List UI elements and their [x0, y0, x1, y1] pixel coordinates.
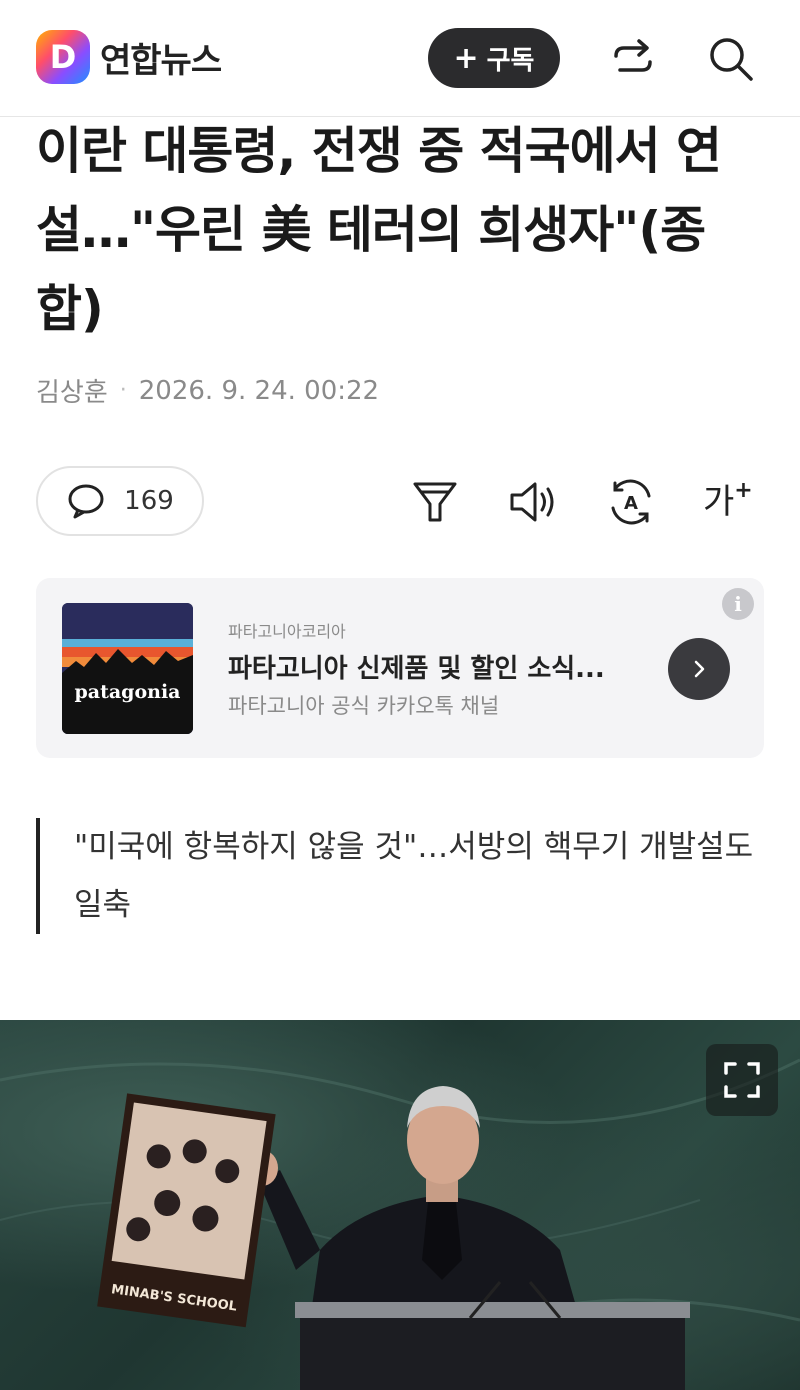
patagonia-logo-text: patagonia [74, 681, 181, 703]
expand-icon [724, 1062, 760, 1098]
summary-filter-icon[interactable] [409, 476, 461, 528]
article-page: D 연합뉴스 + 구독 이란 대통령, 전쟁 중 적국에서 연설…"우린 美 테… [0, 0, 800, 1390]
ad-go-button[interactable] [668, 638, 730, 700]
ad-info-icon[interactable]: i [722, 588, 754, 620]
fullscreen-button[interactable] [706, 1044, 778, 1116]
ad-description: 파타고니아 공식 카카오톡 채널 [228, 694, 500, 718]
comments-button[interactable]: 169 [36, 466, 204, 536]
photo-illustration: MINAB'S SCHOOL [0, 1058, 800, 1390]
subscribe-label: 구독 [486, 45, 535, 76]
search-icon[interactable] [706, 34, 756, 84]
ad-banner[interactable]: patagonia 파타고니아코리아 파타고니아 신제품 및 할인 소식... … [36, 578, 764, 758]
press-name: 연합뉴스 [100, 40, 222, 81]
ad-brand-image: patagonia [62, 603, 193, 734]
article-summary: "미국에 항복하지 않을 것"…서방의 핵무기 개발설도 일축 [36, 818, 764, 934]
subscribe-button[interactable]: + 구독 [428, 28, 560, 88]
ad-headline[interactable]: 파타고니아 신제품 및 할인 소식... [228, 648, 648, 685]
font-size-button[interactable]: 가+ [703, 476, 755, 528]
translate-icon[interactable]: A [605, 476, 657, 528]
plus-icon: + [453, 40, 479, 76]
top-header: D 연합뉴스 + 구독 [0, 0, 800, 117]
plus-icon: + [734, 478, 753, 503]
brand-logo[interactable]: D 연합뉴스 [36, 30, 222, 84]
comment-bubble-icon [68, 484, 104, 519]
share-icon[interactable] [608, 34, 658, 84]
article-photo[interactable]: MINAB'S SCHOOL [0, 1020, 800, 1390]
patagonia-mountain-logo [62, 603, 193, 734]
published-datetime: 2026. 9. 24. 00:22 [138, 375, 380, 406]
ad-source: 파타고니아코리아 [228, 622, 346, 641]
author-name[interactable]: 김상훈 [36, 372, 108, 409]
logo-letter: D [49, 38, 77, 76]
byline: 김상훈 · 2026. 9. 24. 00:22 [36, 372, 379, 409]
separator-dot: · [119, 378, 127, 403]
speaker-icon[interactable] [507, 476, 559, 528]
svg-text:A: A [624, 493, 638, 514]
comment-count: 169 [124, 486, 174, 516]
chevron-right-icon [694, 660, 705, 678]
article-title: 이란 대통령, 전쟁 중 적국에서 연설…"우린 美 테러의 희생자"(종합) [36, 122, 722, 338]
font-size-label: 가 [703, 482, 735, 522]
daum-logo-icon: D [36, 30, 90, 84]
